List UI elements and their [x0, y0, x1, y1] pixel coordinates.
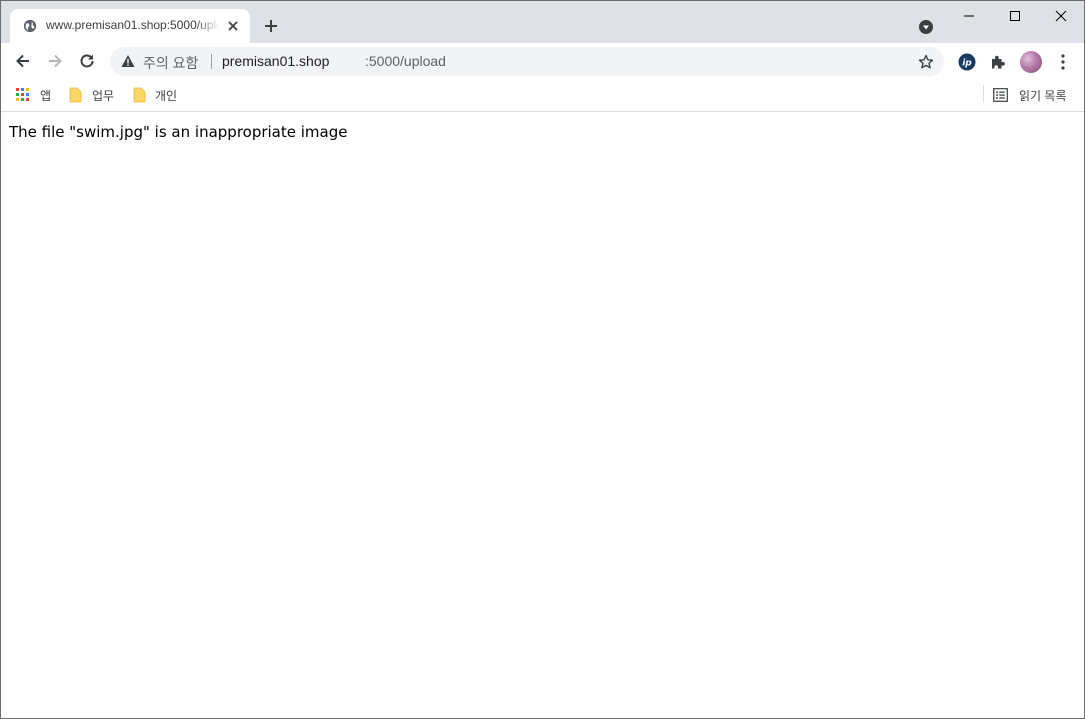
forward-arrow-icon[interactable]: [46, 52, 64, 70]
toolbar: 주의 요함 premisan01.shop :5000/upload: [1, 43, 1084, 80]
folder-icon: [69, 87, 82, 103]
bookmark-folder-personal[interactable]: 개인: [133, 85, 185, 105]
profile-avatar[interactable]: [1020, 51, 1042, 73]
url-host[interactable]: premisan01.shop: [222, 53, 329, 69]
security-separator: [211, 54, 212, 69]
tab-title: www.premisan01.shop:5000/upload: [46, 18, 220, 32]
reading-list-label: 읽기 목록: [1019, 89, 1067, 103]
reading-list-icon: [993, 88, 1008, 102]
extensions-puzzle-icon[interactable]: [989, 53, 1007, 71]
bookmark-apps[interactable]: 앱: [16, 85, 56, 105]
bookmarks-separator: [983, 85, 984, 103]
bookmark-label: 업무: [92, 89, 115, 103]
minimize-button[interactable]: [946, 1, 992, 31]
close-window-button[interactable]: [1038, 1, 1084, 31]
security-status-label[interactable]: 주의 요함: [143, 53, 198, 73]
svg-text:ip: ip: [962, 59, 972, 69]
tab-strip: www.premisan01.shop:5000/upload: [1, 1, 1084, 43]
bookmarks-bar: 앱 업무 개인 읽기 목록: [1, 80, 1084, 112]
active-tab[interactable]: www.premisan01.shop:5000/upload: [10, 9, 250, 43]
warning-triangle-icon[interactable]: [121, 54, 135, 68]
address-bar[interactable]: 주의 요함 premisan01.shop :5000/upload: [110, 47, 944, 76]
more-menu-icon[interactable]: [1056, 53, 1070, 71]
bookmark-folder-work[interactable]: 업무: [69, 85, 121, 105]
bookmark-label: 개인: [155, 89, 178, 103]
new-tab-plus-icon[interactable]: [263, 18, 279, 34]
folder-icon: [133, 87, 146, 103]
ip-extension-icon[interactable]: ip: [958, 53, 976, 71]
bookmark-star-icon[interactable]: [918, 54, 934, 70]
page-content: The file "swim.jpg" is an inappropriate …: [1, 112, 1084, 718]
bookmark-label: 앱: [40, 89, 52, 103]
reading-list-button[interactable]: 읽기 목록: [993, 85, 1077, 105]
upload-result-message: The file "swim.jpg" is an inappropriate …: [9, 123, 348, 141]
url-path[interactable]: :5000/upload: [365, 53, 446, 69]
browser-window: www.premisan01.shop:5000/upload 주의 요함 pr…: [0, 0, 1085, 719]
reload-icon[interactable]: [78, 52, 96, 70]
close-window-icon: [1055, 10, 1067, 22]
maximize-button[interactable]: [992, 1, 1038, 31]
back-arrow-icon[interactable]: [14, 52, 32, 70]
globe-icon: [23, 19, 37, 33]
minimize-icon: [964, 15, 974, 17]
apps-grid-icon: [16, 88, 29, 101]
close-tab-icon[interactable]: [226, 19, 240, 33]
tab-search-icon[interactable]: [918, 19, 934, 35]
maximize-icon: [1010, 11, 1020, 21]
